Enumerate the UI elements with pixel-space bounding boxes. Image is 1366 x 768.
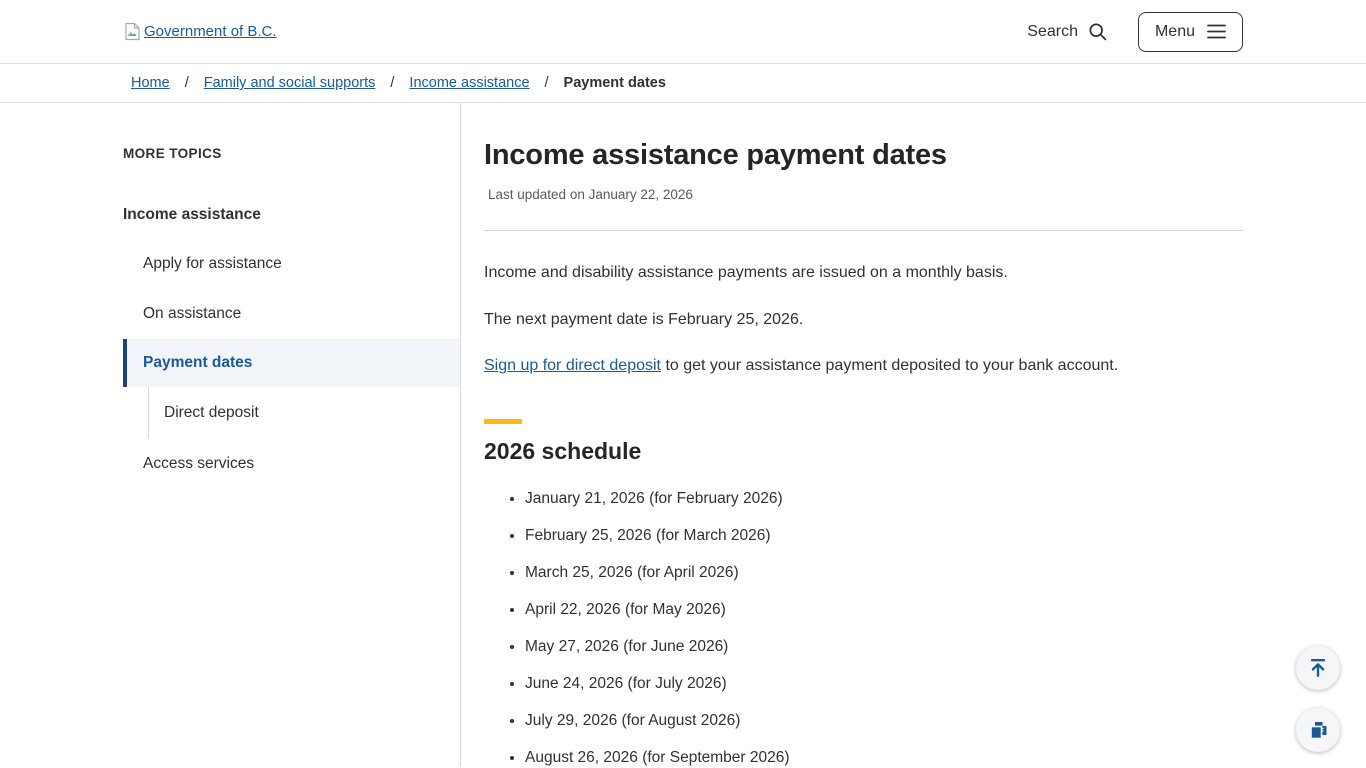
breadcrumb-separator: / — [545, 75, 549, 91]
breadcrumb-bar: Home / Family and social supports / Inco… — [0, 64, 1366, 103]
breadcrumb-home[interactable]: Home — [131, 75, 170, 91]
copy-icon — [1308, 720, 1329, 741]
breadcrumb: Home / Family and social supports / Inco… — [123, 64, 1243, 102]
sidebar-heading: MORE TOPICS — [123, 146, 460, 161]
broken-image-icon — [123, 22, 142, 41]
sidebar-subsection: Direct deposit — [148, 387, 460, 439]
logo-alt-text: Government of B.C. — [144, 23, 277, 40]
list-item: January 21, 2026 (for February 2026) — [525, 490, 1243, 508]
sidebar-item-on-assistance[interactable]: On assistance — [123, 289, 460, 339]
next-payment-paragraph: The next payment date is February 25, 20… — [484, 309, 1243, 331]
list-item: March 25, 2026 (for April 2026) — [525, 564, 1243, 582]
breadcrumb-income-assistance[interactable]: Income assistance — [409, 75, 529, 91]
breadcrumb-current-payment-dates: Payment dates — [564, 75, 666, 91]
site-header: Government of B.C. Search Menu — [0, 0, 1366, 64]
direct-deposit-paragraph: Sign up for direct deposit to get your a… — [484, 355, 1243, 377]
gold-accent-bar — [484, 419, 522, 424]
search-label: Search — [1027, 23, 1078, 41]
list-item: May 27, 2026 (for June 2026) — [525, 638, 1243, 656]
search-icon — [1087, 21, 1108, 42]
main-content: Income assistance payment dates Last upd… — [461, 103, 1243, 767]
breadcrumb-family-and-social-supports[interactable]: Family and social supports — [204, 75, 376, 91]
direct-deposit-paragraph-rest: to get your assistance payment deposited… — [661, 357, 1118, 374]
menu-label: Menu — [1155, 23, 1195, 41]
list-item: April 22, 2026 (for May 2026) — [525, 601, 1243, 619]
breadcrumb-separator: / — [390, 75, 394, 91]
search-button[interactable]: Search — [1027, 21, 1108, 42]
menu-button[interactable]: Menu — [1138, 12, 1243, 52]
hamburger-icon — [1207, 24, 1226, 39]
sidebar-item-direct-deposit[interactable]: Direct deposit — [149, 392, 460, 434]
arrow-up-icon — [1307, 657, 1329, 679]
sidebar-item-income-assistance[interactable]: Income assistance — [123, 191, 460, 239]
copy-page-button[interactable] — [1296, 708, 1340, 752]
sidebar-item-access-services[interactable]: Access services — [123, 439, 460, 489]
sign-up-direct-deposit-link[interactable]: Sign up for direct deposit — [484, 357, 661, 374]
last-updated-text: Last updated on January 22, 2026 — [484, 187, 1243, 202]
payment-dates-list: January 21, 2026 (for February 2026) Feb… — [484, 490, 1243, 768]
government-bc-logo-link[interactable]: Government of B.C. — [123, 22, 277, 41]
list-item: June 24, 2026 (for July 2026) — [525, 675, 1243, 693]
list-item: July 29, 2026 (for August 2026) — [525, 712, 1243, 730]
sidebar-item-apply-for-assistance[interactable]: Apply for assistance — [123, 239, 460, 289]
list-item: August 26, 2026 (for September 2026) — [525, 749, 1243, 767]
sidebar-more-topics: MORE TOPICS Income assistance Apply for … — [123, 103, 461, 767]
sidebar-item-payment-dates-active[interactable]: Payment dates — [123, 339, 460, 387]
breadcrumb-separator: / — [185, 75, 189, 91]
intro-paragraph: Income and disability assistance payment… — [484, 262, 1243, 284]
schedule-heading: 2026 schedule — [484, 438, 1243, 465]
list-item: February 25, 2026 (for March 2026) — [525, 527, 1243, 545]
page-title: Income assistance payment dates — [484, 139, 1243, 172]
title-divider — [484, 230, 1243, 231]
back-to-top-button[interactable] — [1296, 646, 1340, 690]
